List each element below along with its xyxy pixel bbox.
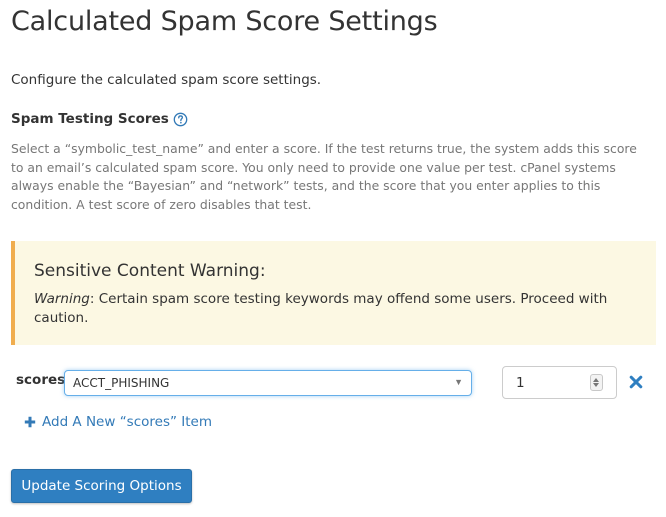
score-value: 1	[516, 375, 525, 391]
question-circle-icon[interactable]	[173, 112, 188, 127]
dropdown-arrow-icon: ▼	[454, 377, 463, 387]
warning-label: Warning	[34, 291, 90, 307]
warning-text: : Certain spam score testing keywords ma…	[34, 291, 608, 326]
section-heading-label: Spam Testing Scores	[11, 111, 169, 127]
symbolic-test-select[interactable]: ACCT_PHISHING ▼	[64, 370, 472, 396]
intro-text: Configure the calculated spam score sett…	[11, 72, 322, 88]
score-spinner[interactable]	[590, 374, 603, 391]
spinner-down-icon[interactable]	[593, 383, 599, 387]
spam-testing-scores-heading: Spam Testing Scores	[11, 111, 188, 127]
remove-x-icon[interactable]	[629, 375, 643, 389]
selected-test-value: ACCT_PHISHING	[73, 376, 170, 390]
add-item-label: Add A New “scores” Item	[42, 414, 213, 430]
page-title: Calculated Spam Score Settings	[11, 6, 438, 37]
warning-body: Warning: Certain spam score testing keyw…	[34, 290, 624, 328]
score-input[interactable]: 1	[502, 366, 617, 399]
warning-title: Sensitive Content Warning:	[34, 261, 266, 281]
scores-label: scores	[16, 372, 66, 388]
section-description: Select a “symbolic_test_name” and enter …	[11, 141, 637, 212]
update-scoring-options-button[interactable]: Update Scoring Options	[11, 469, 192, 503]
sensitive-content-warning: Sensitive Content Warning: Warning: Cert…	[11, 241, 656, 345]
spinner-up-icon[interactable]	[593, 378, 599, 382]
add-scores-item-link[interactable]: Add A New “scores” Item	[24, 414, 212, 430]
plus-icon	[24, 416, 36, 428]
